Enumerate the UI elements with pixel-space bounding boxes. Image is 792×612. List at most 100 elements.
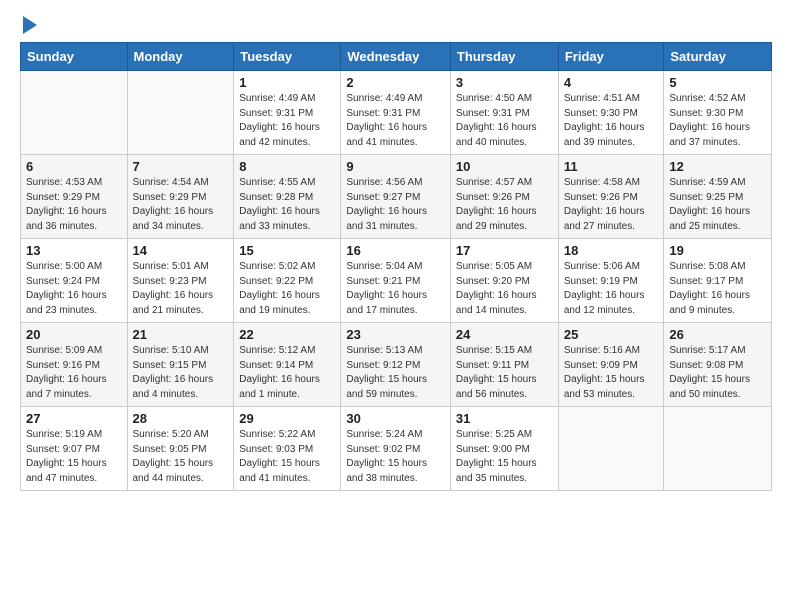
- day-number: 1: [239, 75, 335, 90]
- day-info: Sunrise: 4:50 AM Sunset: 9:31 PM Dayligh…: [456, 92, 553, 150]
- day-info: Sunrise: 4:55 AM Sunset: 9:28 PM Dayligh…: [239, 176, 335, 234]
- day-info: Sunrise: 4:56 AM Sunset: 9:27 PM Dayligh…: [346, 176, 445, 234]
- calendar-cell: 13 Sunrise: 5:00 AM Sunset: 9:24 PM Dayli…: [21, 239, 128, 323]
- day-info: Sunrise: 4:59 AM Sunset: 9:25 PM Dayligh…: [669, 176, 766, 234]
- weekday-header-saturday: Saturday: [664, 43, 772, 71]
- calendar-table: SundayMondayTuesdayWednesdayThursdayFrid…: [20, 42, 772, 491]
- day-info: Sunrise: 5:20 AM Sunset: 9:05 PM Dayligh…: [133, 428, 229, 486]
- weekday-header-thursday: Thursday: [450, 43, 558, 71]
- day-info: Sunrise: 5:13 AM Sunset: 9:12 PM Dayligh…: [346, 344, 445, 402]
- day-number: 6: [26, 159, 122, 174]
- calendar-cell: 15 Sunrise: 5:02 AM Sunset: 9:22 PM Dayli…: [234, 239, 341, 323]
- calendar-cell: 30Sunrise: 5:24 AM Sunset: 9:02 PM Dayli…: [341, 407, 451, 491]
- weekday-header-tuesday: Tuesday: [234, 43, 341, 71]
- day-number: 19: [669, 243, 766, 258]
- calendar-cell: 19Sunrise: 5:08 AM Sunset: 9:17 PM Dayli…: [664, 239, 772, 323]
- calendar-cell: 8 Sunrise: 4:55 AM Sunset: 9:28 PM Daylig…: [234, 155, 341, 239]
- day-info: Sunrise: 5:10 AM Sunset: 9:15 PM Dayligh…: [133, 344, 229, 402]
- day-number: 11: [564, 159, 659, 174]
- calendar-cell: 1 Sunrise: 4:49 AM Sunset: 9:31 PM Daylig…: [234, 71, 341, 155]
- calendar-cell: 2 Sunrise: 4:49 AM Sunset: 9:31 PM Daylig…: [341, 71, 451, 155]
- calendar-cell: 28 Sunrise: 5:20 AM Sunset: 9:05 PM Dayli…: [127, 407, 234, 491]
- calendar-cell: [558, 407, 664, 491]
- day-info: Sunrise: 5:05 AM Sunset: 9:20 PM Dayligh…: [456, 260, 553, 318]
- calendar-cell: [664, 407, 772, 491]
- day-number: 18: [564, 243, 659, 258]
- page: SundayMondayTuesdayWednesdayThursdayFrid…: [0, 0, 792, 511]
- week-row-4: 20Sunrise: 5:09 AM Sunset: 9:16 PM Dayli…: [21, 323, 772, 407]
- day-info: Sunrise: 5:16 AM Sunset: 9:09 PM Dayligh…: [564, 344, 659, 402]
- day-info: Sunrise: 5:01 AM Sunset: 9:23 PM Dayligh…: [133, 260, 229, 318]
- day-number: 25: [564, 327, 659, 342]
- day-info: Sunrise: 4:49 AM Sunset: 9:31 PM Dayligh…: [346, 92, 445, 150]
- day-number: 5: [669, 75, 766, 90]
- day-number: 12: [669, 159, 766, 174]
- day-number: 10: [456, 159, 553, 174]
- day-number: 15: [239, 243, 335, 258]
- day-info: Sunrise: 5:17 AM Sunset: 9:08 PM Dayligh…: [669, 344, 766, 402]
- day-info: Sunrise: 5:24 AM Sunset: 9:02 PM Dayligh…: [346, 428, 445, 486]
- calendar-cell: 29Sunrise: 5:22 AM Sunset: 9:03 PM Dayli…: [234, 407, 341, 491]
- weekday-header-monday: Monday: [127, 43, 234, 71]
- day-number: 2: [346, 75, 445, 90]
- day-number: 28: [133, 411, 229, 426]
- day-info: Sunrise: 5:12 AM Sunset: 9:14 PM Dayligh…: [239, 344, 335, 402]
- day-info: Sunrise: 5:00 AM Sunset: 9:24 PM Dayligh…: [26, 260, 122, 318]
- calendar-cell: 9 Sunrise: 4:56 AM Sunset: 9:27 PM Daylig…: [341, 155, 451, 239]
- calendar-cell: 17 Sunrise: 5:05 AM Sunset: 9:20 PM Dayli…: [450, 239, 558, 323]
- calendar-cell: 4 Sunrise: 4:51 AM Sunset: 9:30 PM Daylig…: [558, 71, 664, 155]
- logo: [20, 16, 37, 32]
- day-info: Sunrise: 5:02 AM Sunset: 9:22 PM Dayligh…: [239, 260, 335, 318]
- calendar-cell: 5 Sunrise: 4:52 AM Sunset: 9:30 PM Daylig…: [664, 71, 772, 155]
- day-info: Sunrise: 4:53 AM Sunset: 9:29 PM Dayligh…: [26, 176, 122, 234]
- calendar-cell: 31 Sunrise: 5:25 AM Sunset: 9:00 PM Dayli…: [450, 407, 558, 491]
- calendar-cell: 14 Sunrise: 5:01 AM Sunset: 9:23 PM Dayli…: [127, 239, 234, 323]
- calendar-cell: 10Sunrise: 4:57 AM Sunset: 9:26 PM Dayli…: [450, 155, 558, 239]
- header: [20, 16, 772, 32]
- weekday-header-sunday: Sunday: [21, 43, 128, 71]
- day-number: 9: [346, 159, 445, 174]
- day-info: Sunrise: 4:58 AM Sunset: 9:26 PM Dayligh…: [564, 176, 659, 234]
- weekday-header-wednesday: Wednesday: [341, 43, 451, 71]
- day-number: 4: [564, 75, 659, 90]
- day-info: Sunrise: 4:54 AM Sunset: 9:29 PM Dayligh…: [133, 176, 229, 234]
- day-info: Sunrise: 5:04 AM Sunset: 9:21 PM Dayligh…: [346, 260, 445, 318]
- day-info: Sunrise: 5:19 AM Sunset: 9:07 PM Dayligh…: [26, 428, 122, 486]
- calendar-cell: 25 Sunrise: 5:16 AM Sunset: 9:09 PM Dayli…: [558, 323, 664, 407]
- day-number: 24: [456, 327, 553, 342]
- day-number: 21: [133, 327, 229, 342]
- day-info: Sunrise: 4:51 AM Sunset: 9:30 PM Dayligh…: [564, 92, 659, 150]
- calendar-cell: 18Sunrise: 5:06 AM Sunset: 9:19 PM Dayli…: [558, 239, 664, 323]
- day-number: 8: [239, 159, 335, 174]
- day-number: 27: [26, 411, 122, 426]
- calendar-cell: 6 Sunrise: 4:53 AM Sunset: 9:29 PM Daylig…: [21, 155, 128, 239]
- calendar-cell: 20Sunrise: 5:09 AM Sunset: 9:16 PM Dayli…: [21, 323, 128, 407]
- calendar-cell: 23 Sunrise: 5:13 AM Sunset: 9:12 PM Dayli…: [341, 323, 451, 407]
- day-info: Sunrise: 5:25 AM Sunset: 9:00 PM Dayligh…: [456, 428, 553, 486]
- day-number: 7: [133, 159, 229, 174]
- day-number: 3: [456, 75, 553, 90]
- calendar-cell: 21 Sunrise: 5:10 AM Sunset: 9:15 PM Dayli…: [127, 323, 234, 407]
- calendar-cell: 22Sunrise: 5:12 AM Sunset: 9:14 PM Dayli…: [234, 323, 341, 407]
- day-number: 29: [239, 411, 335, 426]
- day-number: 17: [456, 243, 553, 258]
- day-number: 14: [133, 243, 229, 258]
- weekday-header-friday: Friday: [558, 43, 664, 71]
- week-row-5: 27 Sunrise: 5:19 AM Sunset: 9:07 PM Dayli…: [21, 407, 772, 491]
- day-info: Sunrise: 4:52 AM Sunset: 9:30 PM Dayligh…: [669, 92, 766, 150]
- calendar-cell: 16 Sunrise: 5:04 AM Sunset: 9:21 PM Dayli…: [341, 239, 451, 323]
- week-row-2: 6 Sunrise: 4:53 AM Sunset: 9:29 PM Daylig…: [21, 155, 772, 239]
- calendar-cell: 7 Sunrise: 4:54 AM Sunset: 9:29 PM Daylig…: [127, 155, 234, 239]
- day-number: 13: [26, 243, 122, 258]
- week-row-1: 1 Sunrise: 4:49 AM Sunset: 9:31 PM Daylig…: [21, 71, 772, 155]
- day-info: Sunrise: 4:49 AM Sunset: 9:31 PM Dayligh…: [239, 92, 335, 150]
- calendar-cell: [21, 71, 128, 155]
- week-row-3: 13 Sunrise: 5:00 AM Sunset: 9:24 PM Dayli…: [21, 239, 772, 323]
- day-number: 23: [346, 327, 445, 342]
- calendar-cell: 11 Sunrise: 4:58 AM Sunset: 9:26 PM Dayli…: [558, 155, 664, 239]
- day-number: 16: [346, 243, 445, 258]
- day-number: 20: [26, 327, 122, 342]
- calendar-cell: 12 Sunrise: 4:59 AM Sunset: 9:25 PM Dayli…: [664, 155, 772, 239]
- day-number: 31: [456, 411, 553, 426]
- calendar-cell: [127, 71, 234, 155]
